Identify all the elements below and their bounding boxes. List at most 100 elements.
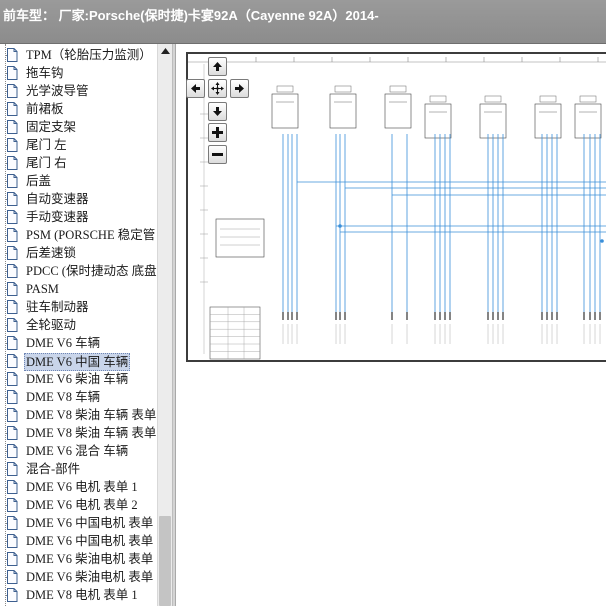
pan-down-button[interactable] — [208, 102, 227, 121]
tree-item[interactable]: 全轮驱动 — [0, 316, 157, 334]
document-icon — [7, 408, 18, 422]
tree-item[interactable]: DME V6 中国电机 表单 — [0, 514, 157, 532]
wiring-diagram-canvas — [188, 57, 606, 360]
tree-item-label: PASM — [26, 282, 59, 296]
tree-item[interactable]: DME V6 混合 车辆 — [0, 442, 157, 460]
title-bar: 前车型： 厂家:Porsche(保时捷)卡宴92A（Cayenne 92A）20… — [0, 0, 606, 44]
component-tree: TPM（轮胎压力监测） 拖车钩光学波导管前裙板固定支架尾门 左尾门 右后盖自动变速… — [0, 44, 157, 606]
tree-item-label: 后差速锁 — [26, 246, 77, 260]
tree-item[interactable]: 驻车制动器 — [0, 298, 157, 316]
tree-item-label: 驻车制动器 — [26, 300, 89, 314]
tree-item[interactable]: DME V6 柴油电机 表单 — [0, 568, 157, 586]
component-tree-panel: TPM（轮胎压力监测） 拖车钩光学波导管前裙板固定支架尾门 左尾门 右后盖自动变速… — [0, 44, 172, 606]
pan-up-button[interactable] — [208, 57, 227, 76]
document-icon — [7, 120, 18, 134]
tree-item-label: 拖车钩 — [26, 66, 64, 80]
tree-item[interactable]: PASM — [0, 280, 157, 298]
tree-item[interactable]: 后盖 — [0, 172, 157, 190]
document-icon — [7, 300, 18, 314]
pan-center-button[interactable] — [208, 79, 227, 98]
tree-item[interactable]: DME V6 柴油 车辆 — [0, 370, 157, 388]
tree-item[interactable]: 拖车钩 — [0, 64, 157, 82]
scroll-up-button[interactable] — [158, 44, 172, 58]
document-icon — [7, 246, 18, 260]
document-icon — [7, 372, 18, 386]
tree-item[interactable]: 尾门 左 — [0, 136, 157, 154]
tree-item[interactable]: TPM（轮胎压力监测） — [0, 46, 157, 64]
tree-item[interactable]: DME V6 车辆 — [0, 334, 157, 352]
tree-scrollbar[interactable] — [157, 44, 172, 606]
tree-item-label: 混合-部件 — [26, 462, 81, 476]
tree-item[interactable]: DME V6 电机 表单 2 — [0, 496, 157, 514]
tree-item[interactable]: DME V8 电机 表单 1 — [0, 586, 157, 604]
tree-item-label: TPM（轮胎压力监测） — [26, 48, 152, 62]
tree-item[interactable]: 前裙板 — [0, 100, 157, 118]
tree-item[interactable]: 固定支架 — [0, 118, 157, 136]
pan-left-button[interactable] — [186, 79, 205, 98]
wiring-diagram[interactable] — [186, 52, 606, 362]
wiring-diagram-viewer[interactable] — [176, 44, 606, 606]
tree-item-label: 全轮驱动 — [26, 318, 77, 332]
tree-item-label: DME V6 柴油电机 表单 — [26, 570, 154, 584]
pan-right-button[interactable] — [230, 79, 249, 98]
document-icon — [7, 552, 18, 566]
tree-item-label: 手动变速器 — [26, 210, 89, 224]
arrow-left-icon — [191, 84, 200, 93]
tree-item[interactable]: DME V6 中国 车辆 — [0, 352, 157, 371]
tree-item-label: DME V8 电机 表单 1 — [26, 588, 138, 602]
tree-item-label: DME V6 中国电机 表单 — [26, 534, 154, 548]
tree-item[interactable]: DME V8 柴油 车辆 表单 — [0, 406, 157, 424]
document-icon — [7, 282, 18, 296]
scroll-thumb[interactable] — [159, 516, 171, 606]
arrow-down-icon — [213, 107, 222, 116]
document-icon — [7, 192, 18, 206]
tree-item[interactable]: DME V8 柴油 车辆 表单 — [0, 424, 157, 442]
document-icon — [7, 498, 18, 512]
tree-item-label: DME V6 中国电机 表单 — [26, 516, 154, 530]
tree-item[interactable]: 尾门 右 — [0, 154, 157, 172]
window-title: 前车型： 厂家:Porsche(保时捷)卡宴92A（Cayenne 92A）20… — [3, 8, 379, 23]
document-icon — [7, 354, 18, 368]
tree-item[interactable]: DME V6 电机 表单 1 — [0, 478, 157, 496]
tree-item-label: DME V6 柴油 车辆 — [26, 372, 129, 386]
document-icon — [7, 480, 18, 494]
zoom-out-button[interactable] — [208, 145, 227, 164]
document-icon — [7, 48, 18, 62]
tree-item[interactable]: 自动变速器 — [0, 190, 157, 208]
tree-item-label: DME V6 电机 表单 2 — [26, 498, 138, 512]
tree-item[interactable]: 后差速锁 — [0, 244, 157, 262]
tree-item[interactable]: DME V6 中国电机 表单 — [0, 532, 157, 550]
tree-item[interactable]: PSM (PORSCHE 稳定管 — [0, 226, 157, 244]
tree-item-label: DME V8 柴油 车辆 表单 — [26, 426, 157, 440]
tree-item-label: 光学波导管 — [26, 84, 89, 98]
tree-item[interactable]: DME V6 柴油电机 表单 — [0, 550, 157, 568]
document-icon — [7, 210, 18, 224]
document-icon — [7, 462, 18, 476]
document-icon — [7, 138, 18, 152]
tree-item-label: DME V8 车辆 — [26, 390, 101, 404]
document-icon — [7, 444, 18, 458]
tree-item-label: DME V6 中国 车辆 — [24, 353, 131, 371]
tree-item[interactable]: 混合-部件 — [0, 460, 157, 478]
tree-item[interactable]: PDCC (保时捷动态 底盘 — [0, 262, 157, 280]
tree-item[interactable]: 光学波导管 — [0, 82, 157, 100]
tree-item-label: DME V8 柴油 车辆 表单 — [26, 408, 157, 422]
document-icon — [7, 156, 18, 170]
document-icon — [7, 264, 18, 278]
document-icon — [7, 336, 18, 350]
tree-item-label: PDCC (保时捷动态 底盘 — [26, 264, 157, 278]
document-icon — [7, 84, 18, 98]
tree-item-label: DME V6 电机 表单 1 — [26, 480, 138, 494]
tree-item-label: 尾门 左 — [26, 138, 67, 152]
tree-item[interactable]: 手动变速器 — [0, 208, 157, 226]
zoom-in-icon — [212, 127, 223, 138]
tree-item-label: 自动变速器 — [26, 192, 89, 206]
zoom-in-button[interactable] — [208, 123, 227, 142]
tree-item-label: PSM (PORSCHE 稳定管 — [26, 228, 156, 242]
tree-item-label: 尾门 右 — [26, 156, 67, 170]
tree-item-label: 固定支架 — [26, 120, 77, 134]
arrow-up-icon — [213, 62, 222, 71]
document-icon — [7, 570, 18, 584]
tree-item[interactable]: DME V8 车辆 — [0, 388, 157, 406]
document-icon — [7, 174, 18, 188]
